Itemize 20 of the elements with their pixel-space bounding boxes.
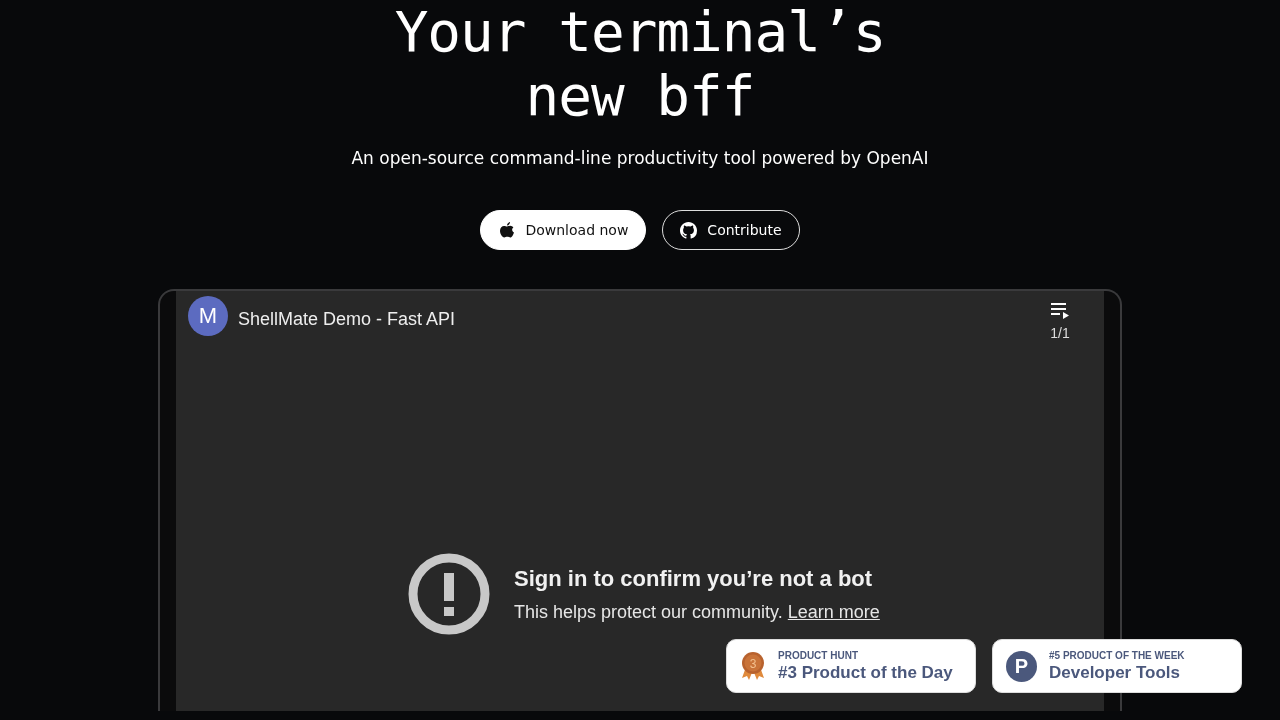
channel-avatar[interactable]: M: [188, 296, 228, 336]
badge-label: PRODUCT HUNT: [778, 649, 859, 661]
error-message: This helps protect our community.: [514, 601, 783, 622]
apple-icon: [499, 221, 516, 239]
video-title[interactable]: ShellMate Demo - Fast API: [238, 309, 1050, 330]
error-title: Sign in to confirm you’re not a bot: [514, 565, 874, 592]
hero-subtitle: An open-source command-line productivity tool powered by OpenAI: [351, 148, 929, 168]
hero-heading: Your terminal’s new bff: [394, 0, 886, 128]
logo-icon: P: [1006, 650, 1037, 682]
award-badge[interactable]: 3 PRODUCT HUNT #3 Product of the Day: [726, 639, 976, 693]
warning-icon: [408, 553, 490, 635]
badge-title: Developer Tools: [1049, 662, 1181, 683]
badge-title: #3 Product of the Day: [778, 662, 953, 683]
learn-more-link[interactable]: Learn more: [787, 601, 880, 622]
github-icon: [680, 221, 698, 239]
badge-label: #5 PRODUCT OF THE WEEK: [1049, 649, 1185, 661]
download-button[interactable]: Download now: [480, 210, 647, 250]
playlist-icon[interactable]: [1050, 302, 1070, 320]
award-badge[interactable]: P #5 PRODUCT OF THE WEEK Developer Tools: [992, 639, 1242, 693]
playlist-count: 1/1: [1050, 325, 1070, 341]
